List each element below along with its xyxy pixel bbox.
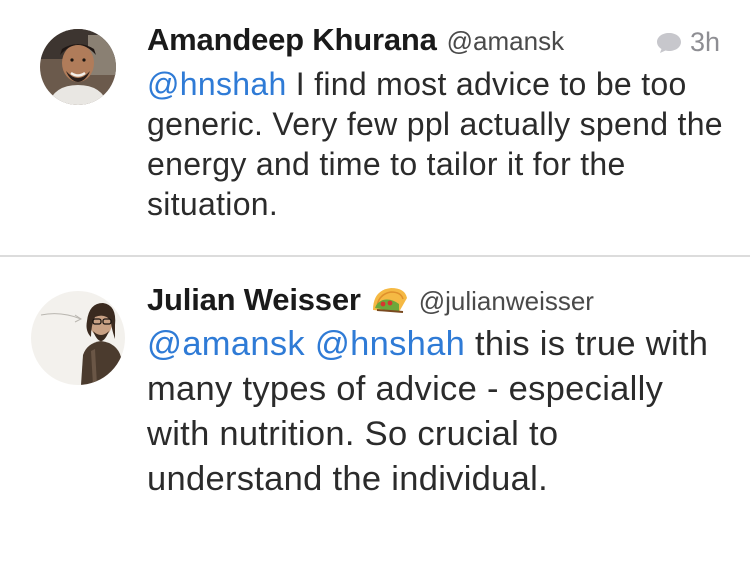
tweet-card[interactable]: Amandeep Khurana @amansk 3h @hnshah I fi… bbox=[0, 0, 750, 255]
mention-link[interactable]: @amansk bbox=[147, 325, 305, 363]
timestamp: 3h bbox=[689, 27, 720, 57]
avatar[interactable] bbox=[31, 291, 125, 385]
tweet-card[interactable]: Julian Weisser @julianweisser @amansk @h… bbox=[0, 257, 750, 574]
mention-link[interactable]: @hnshah bbox=[315, 325, 465, 363]
avatar-photo bbox=[31, 291, 125, 385]
avatar[interactable] bbox=[40, 29, 116, 105]
user-handle[interactable]: @julianweisser bbox=[419, 286, 594, 317]
tweet-meta: 3h bbox=[656, 27, 720, 58]
speech-bubble-icon bbox=[656, 32, 681, 53]
avatar-photo bbox=[40, 29, 116, 105]
tweet-header: Amandeep Khurana @amansk bbox=[147, 22, 564, 58]
display-name[interactable]: Julian Weisser bbox=[147, 282, 361, 318]
mention-link[interactable]: @hnshah bbox=[147, 66, 287, 102]
tweet-header: Julian Weisser @julianweisser bbox=[147, 280, 594, 318]
taco-icon bbox=[372, 288, 407, 313]
user-handle[interactable]: @amansk bbox=[447, 26, 564, 57]
display-name[interactable]: Amandeep Khurana bbox=[147, 22, 437, 58]
tweet-text: @hnshah I find most advice to be too gen… bbox=[147, 64, 727, 224]
tweet-text: @amansk @hnshah this is true with many t… bbox=[147, 322, 717, 502]
